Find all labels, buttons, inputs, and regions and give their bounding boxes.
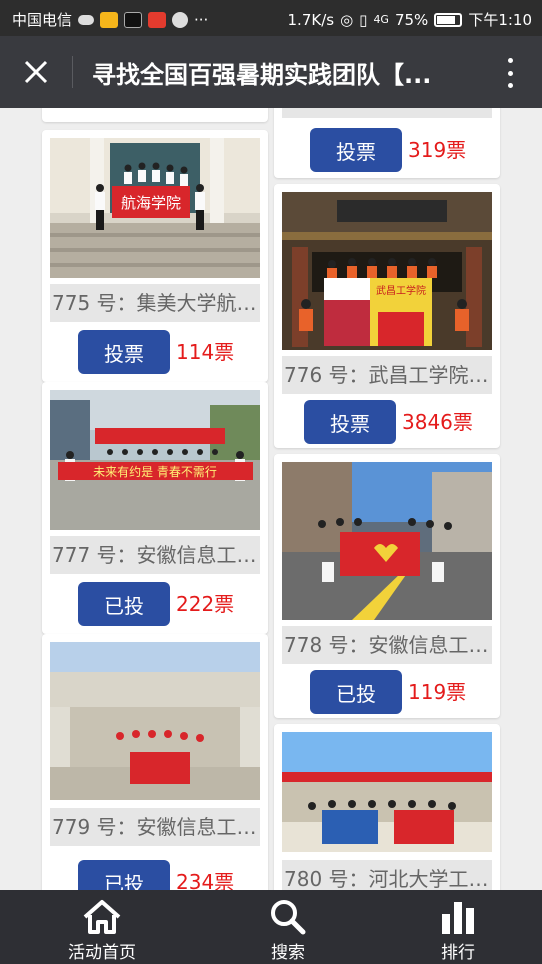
more-dot-icon (507, 83, 513, 88)
nav-search-label: 搜索 (271, 943, 305, 963)
battery-percent: 75% (394, 10, 429, 29)
entry-card: 未来有约是 青春不需行 777 号：安徽信息工… 已投 222票 (42, 382, 268, 634)
vibrate-icon: ▯ (359, 10, 368, 29)
entry-card: 航海学院 775 号：集美大学航… 投票 114票 (42, 130, 268, 382)
vote-count: 234票 (176, 870, 235, 890)
entry-card: 780 号：河北大学工… (274, 724, 500, 890)
more-dot-icon (507, 70, 513, 76)
nav-home-label: 活动首页 (68, 943, 136, 963)
entry-card: 武昌工学院 776 号：武昌工学院… 投票 3846票 (274, 184, 500, 448)
caption-strip (282, 108, 492, 118)
more-menu-button[interactable] (500, 56, 520, 90)
battery-icon (434, 12, 463, 27)
banner-text: 未来有约是 青春不需行 (93, 464, 217, 479)
banner-text: 航海学院 (121, 194, 181, 212)
vote-count: 319票 (408, 138, 467, 162)
bottom-nav: 活动首页 搜索 排行 (0, 890, 542, 964)
nav-rank[interactable]: 排行 (418, 890, 498, 964)
close-button[interactable] (16, 54, 56, 90)
vote-button[interactable]: 投票 (310, 128, 402, 172)
vote-count: 3846票 (402, 410, 473, 434)
more-notifications-icon: ··· (194, 10, 209, 29)
bar-chart-icon (442, 902, 474, 934)
team-photo[interactable]: 航海学院 (50, 138, 260, 278)
voted-button[interactable]: 已投 (310, 670, 402, 714)
app-notification-icon (100, 11, 119, 28)
nav-search[interactable]: 搜索 (248, 890, 328, 964)
vote-button[interactable]: 投票 (78, 330, 170, 374)
more-dot-icon (507, 58, 513, 63)
nav-rank-label: 排行 (441, 943, 475, 963)
title-divider (72, 56, 73, 88)
hotspot-icon: ◎ (340, 10, 354, 29)
home-icon (83, 900, 121, 934)
entry-caption: 777 号：安徽信息工… (50, 536, 260, 574)
title-bar: 寻找全国百强暑期实践团队【... (0, 36, 542, 108)
entry-caption: 776 号：武昌工学院… (282, 356, 492, 394)
entry-caption: 778 号：安徽信息工… (282, 626, 492, 664)
team-photo[interactable] (282, 462, 492, 620)
cloud-icon (78, 14, 95, 25)
network-speed: 1.7K/s (287, 10, 335, 29)
voted-button[interactable]: 已投 (78, 582, 170, 626)
app-notification-icon (172, 11, 189, 28)
vote-count: 114票 (176, 340, 235, 364)
vote-count: 119票 (408, 680, 467, 704)
team-photo[interactable]: 武昌工学院 (282, 192, 492, 350)
tiktok-icon (124, 11, 143, 28)
carrier-label: 中国电信 (12, 11, 73, 29)
signal-icon: 4G (373, 13, 389, 26)
svg-text:武昌工学院: 武昌工学院 (376, 284, 426, 297)
nav-home[interactable]: 活动首页 (52, 890, 152, 964)
entry-card: 投票 319票 (274, 108, 500, 178)
entry-caption: 779 号：安徽信息工… (50, 808, 260, 846)
team-photo[interactable] (282, 732, 492, 852)
close-icon (24, 60, 48, 84)
vote-count: 222票 (176, 592, 235, 616)
clock: 下午1:10 (468, 11, 532, 29)
team-photo[interactable] (50, 642, 260, 800)
vote-button[interactable]: 投票 (304, 400, 396, 444)
voted-button[interactable]: 已投 (78, 860, 170, 890)
entry-caption: 780 号：河北大学工… (282, 860, 492, 890)
status-bar: 中国电信 ··· 1.7K/s ◎ ▯ 4G 75% 下午1:10 (0, 0, 542, 36)
vote-grid[interactable]: 投票 319票 航海学院 775 号：集美大学航… 投票 114票 武昌工学院 … (0, 108, 542, 890)
entry-caption: 775 号：集美大学航… (50, 284, 260, 322)
entry-card: 779 号：安徽信息工… 已投 234票 (42, 634, 268, 890)
page-title: 寻找全国百强暑期实践团队【... (92, 61, 432, 89)
team-photo[interactable]: 未来有约是 青春不需行 (50, 390, 260, 530)
search-icon (271, 900, 306, 935)
entry-card (42, 108, 268, 122)
entry-card: 778 号：安徽信息工… 已投 119票 (274, 454, 500, 718)
app-notification-icon (148, 11, 167, 28)
